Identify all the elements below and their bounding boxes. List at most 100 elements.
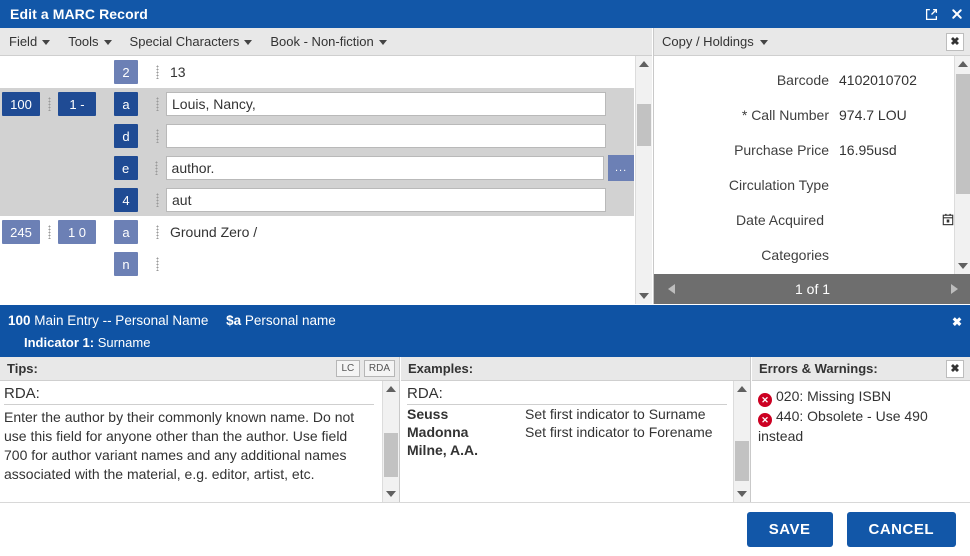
tips-vertical-scrollbar[interactable] (382, 381, 399, 502)
tips-section-title: RDA: (4, 385, 374, 405)
scroll-up-icon[interactable] (636, 56, 652, 72)
field-info-bar: 100 Main Entry -- Personal Name $a Perso… (0, 305, 970, 357)
scroll-down-icon[interactable] (955, 258, 970, 274)
scroll-up-icon[interactable] (383, 381, 399, 397)
marc-indicator-cell: 1 - (58, 92, 114, 116)
errors-warnings-list: ✕020: Missing ISBN✕440: Obsolete - Use 4… (752, 381, 970, 446)
marc-subfield-badge[interactable]: 2 (114, 60, 138, 84)
marc-subfield-cell: n (114, 252, 150, 276)
copy-holdings-title: Copy / Holdings (662, 34, 754, 49)
drag-handle-icon[interactable] (43, 254, 55, 274)
drag-handle-icon[interactable] (43, 94, 55, 114)
examples-content: RDA: SeussSet first indicator to Surname… (401, 381, 733, 502)
marc-tag-badge[interactable]: 100 (2, 92, 40, 116)
tips-rda-button[interactable]: RDA (364, 360, 395, 377)
error-item[interactable]: ✕440: Obsolete - Use 490 instead (758, 406, 962, 446)
field-info-subfield-name: Personal name (245, 313, 336, 328)
error-item[interactable]: ✕020: Missing ISBN (758, 386, 962, 406)
marc-record-pane: 2131001 -ade...42451 0aGround Zero /n (0, 56, 652, 304)
drag-handle-icon[interactable] (151, 254, 163, 274)
marc-subfield-value[interactable]: 13 (166, 64, 186, 80)
marc-subfield-value[interactable]: Ground Zero / (166, 224, 257, 240)
example-term: Madonna (407, 423, 525, 441)
scroll-down-icon[interactable] (636, 288, 652, 304)
menu-item-tools[interactable]: Tools (59, 28, 120, 55)
scroll-up-icon[interactable] (734, 381, 750, 397)
marc-subfield-cell: e (114, 156, 150, 180)
scrollbar-thumb[interactable] (735, 441, 749, 481)
scroll-down-icon[interactable] (383, 486, 399, 502)
marc-subfield-badge[interactable]: d (114, 124, 138, 148)
marc-subfield-input[interactable] (166, 188, 606, 212)
marc-field-row: 245 1 0 a Ground Zero / (0, 216, 634, 248)
marc-subfield-badge[interactable]: a (114, 92, 138, 116)
menu-item-tools-label: Tools (68, 34, 98, 49)
drag-handle-icon[interactable] (43, 126, 55, 146)
menu-item-field-label: Field (9, 34, 37, 49)
marc-tag-badge[interactable]: 245 (2, 220, 40, 244)
tips-content: RDA: Enter the author by their commonly … (0, 381, 382, 502)
drag-handle-icon[interactable] (151, 190, 163, 210)
save-button[interactable]: SAVE (747, 512, 833, 547)
chevron-down-icon (42, 40, 50, 45)
drag-handle-icon[interactable] (43, 222, 55, 242)
drag-handle-icon[interactable] (43, 190, 55, 210)
close-holdings-button[interactable]: ✖ (946, 33, 964, 51)
menu-item-field[interactable]: Field (0, 28, 59, 55)
holdings-field-value[interactable]: 16.95usd (839, 142, 897, 158)
marc-vertical-scrollbar[interactable] (635, 56, 652, 304)
marc-field-list: 2131001 -ade...42451 0aGround Zero /n (0, 56, 634, 304)
scroll-up-icon[interactable] (955, 56, 970, 72)
example-row: MadonnaSet first indicator to Forename (407, 423, 727, 441)
holdings-field-value[interactable]: 974.7 LOU (839, 107, 907, 123)
drag-handle-icon[interactable] (151, 222, 163, 242)
marc-subfield-input[interactable] (166, 92, 606, 116)
drag-handle-icon[interactable] (43, 158, 55, 178)
marc-subfield-input[interactable] (166, 156, 605, 180)
scrollbar-thumb[interactable] (956, 74, 970, 194)
holdings-field-value[interactable]: 4102010702 (839, 72, 917, 88)
scrollbar-thumb[interactable] (384, 433, 398, 477)
drag-handle-icon[interactable] (151, 94, 163, 114)
marc-subfield-cell: a (114, 92, 150, 116)
tips-text: Enter the author by their commonly known… (4, 408, 374, 484)
marc-indicator-badge[interactable]: 1 - (58, 92, 96, 116)
drag-handle-icon[interactable] (151, 158, 163, 178)
marc-subfield-badge[interactable]: a (114, 220, 138, 244)
tips-header: Tips: LC RDA (0, 357, 399, 381)
chevron-right-icon[interactable] (941, 274, 967, 304)
drag-handle-icon[interactable] (151, 126, 163, 146)
drag-handle-icon[interactable] (151, 62, 163, 82)
menu-item-material-type[interactable]: Book - Non-fiction (261, 28, 395, 55)
menu-bar: Field Tools Special Characters Book - No… (0, 28, 652, 56)
holdings-vertical-scrollbar[interactable] (954, 56, 970, 274)
holdings-field-row: Circulation Type (654, 167, 954, 202)
marc-subfield-badge[interactable]: n (114, 252, 138, 276)
marc-subfield-badge[interactable]: e (114, 156, 138, 180)
marc-subfield-cell: d (114, 124, 150, 148)
popout-icon[interactable] (918, 1, 944, 27)
holdings-field-row: * Call Number974.7 LOU (654, 97, 954, 132)
examples-vertical-scrollbar[interactable] (733, 381, 750, 502)
scrollbar-thumb[interactable] (637, 104, 651, 146)
scroll-down-icon[interactable] (734, 486, 750, 502)
holdings-field-label: Date Acquired (654, 212, 834, 228)
field-info-name: Main Entry -- Personal Name (34, 313, 208, 328)
close-errors-button[interactable]: ✖ (946, 360, 964, 378)
marc-field-row: 4 (0, 184, 634, 216)
close-info-bar-button[interactable]: ✖ (952, 315, 962, 329)
chevron-left-icon[interactable] (658, 274, 684, 304)
tips-lc-button[interactable]: LC (336, 360, 360, 377)
close-icon[interactable] (944, 1, 970, 27)
marc-subfield-badge[interactable]: 4 (114, 188, 138, 212)
copy-holdings-header: Copy / Holdings ✖ (654, 28, 970, 56)
tips-panel: Tips: LC RDA RDA: Enter the author by th… (0, 357, 400, 502)
calendar-icon[interactable] (942, 213, 954, 226)
copy-holdings-dropdown[interactable]: Copy / Holdings (662, 34, 768, 49)
menu-item-special-characters[interactable]: Special Characters (121, 28, 262, 55)
marc-subfield-input[interactable] (166, 124, 606, 148)
subfield-lookup-button[interactable]: ... (608, 155, 634, 181)
marc-indicator-badge[interactable]: 1 0 (58, 220, 96, 244)
cancel-button[interactable]: CANCEL (847, 512, 957, 547)
drag-handle-icon[interactable] (43, 62, 55, 82)
